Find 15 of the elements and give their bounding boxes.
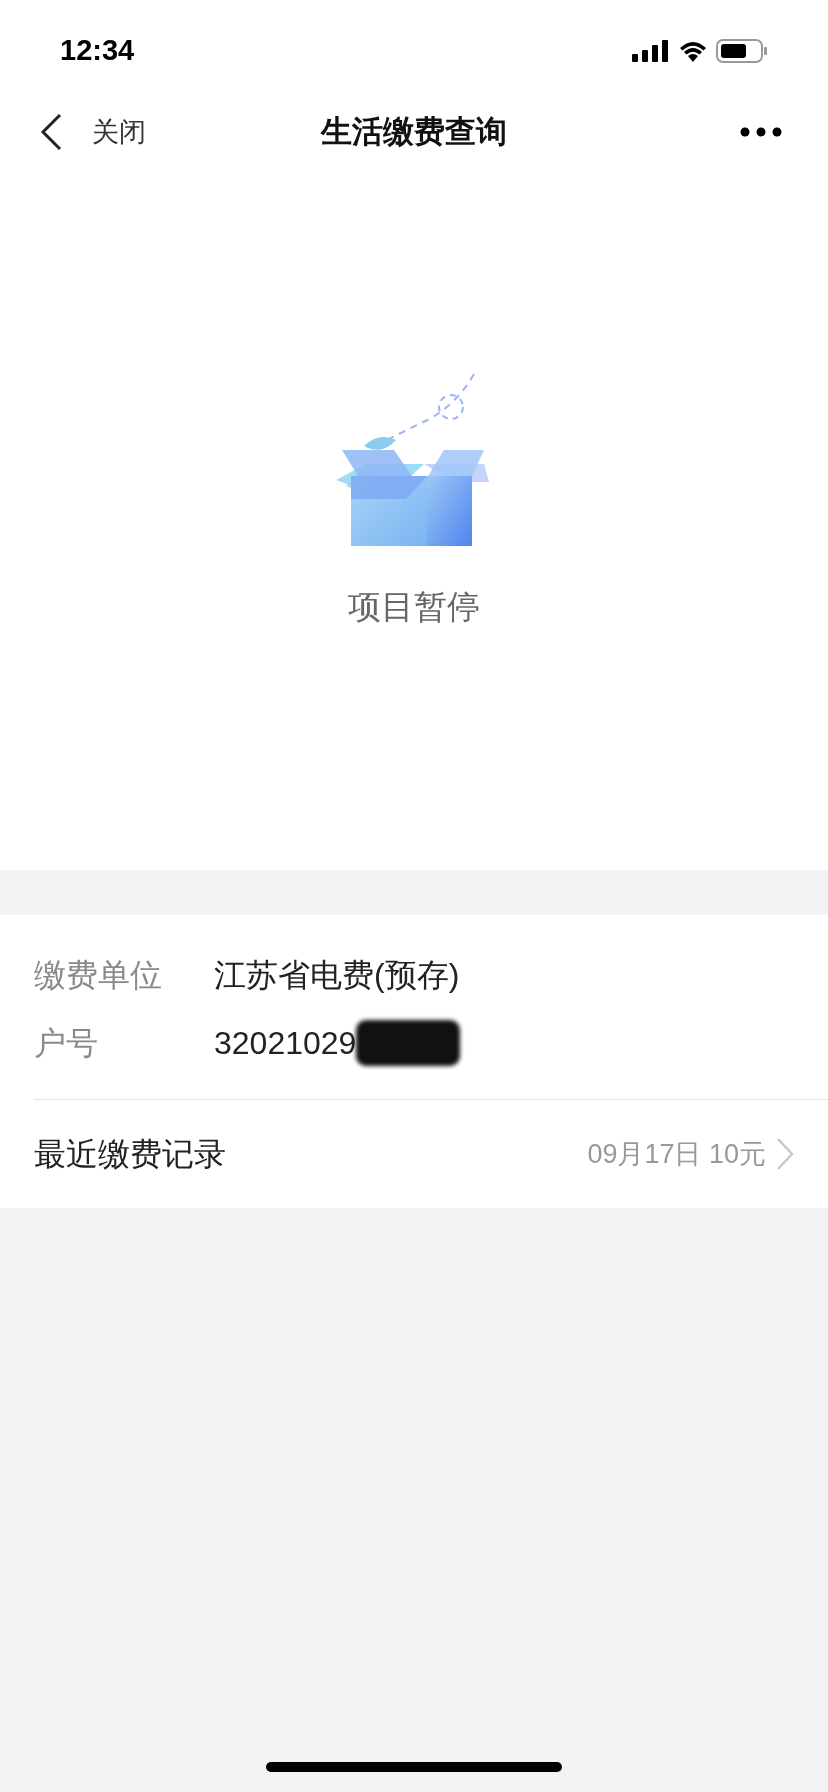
info-label: 户号	[34, 1024, 99, 1063]
info-label: 缴费单位	[34, 956, 163, 995]
wifi-icon	[678, 40, 708, 62]
recent-payment-row[interactable]: 最近缴费记录 09月17日 10元	[0, 1100, 828, 1208]
status-time: 12:34	[60, 33, 135, 69]
back-chevron-icon	[40, 113, 62, 151]
back-button[interactable]: 关闭	[40, 111, 146, 153]
empty-message: 项目暂停	[348, 587, 480, 627]
info-value: 江苏省电费(预存)	[214, 956, 460, 995]
battery-icon	[716, 39, 768, 63]
more-icon[interactable]	[740, 127, 782, 137]
chevron-right-icon	[776, 1137, 794, 1171]
signal-icon	[632, 40, 670, 62]
page-title: 生活缴费查询	[321, 112, 507, 151]
info-value: 32021029	[214, 1024, 357, 1063]
